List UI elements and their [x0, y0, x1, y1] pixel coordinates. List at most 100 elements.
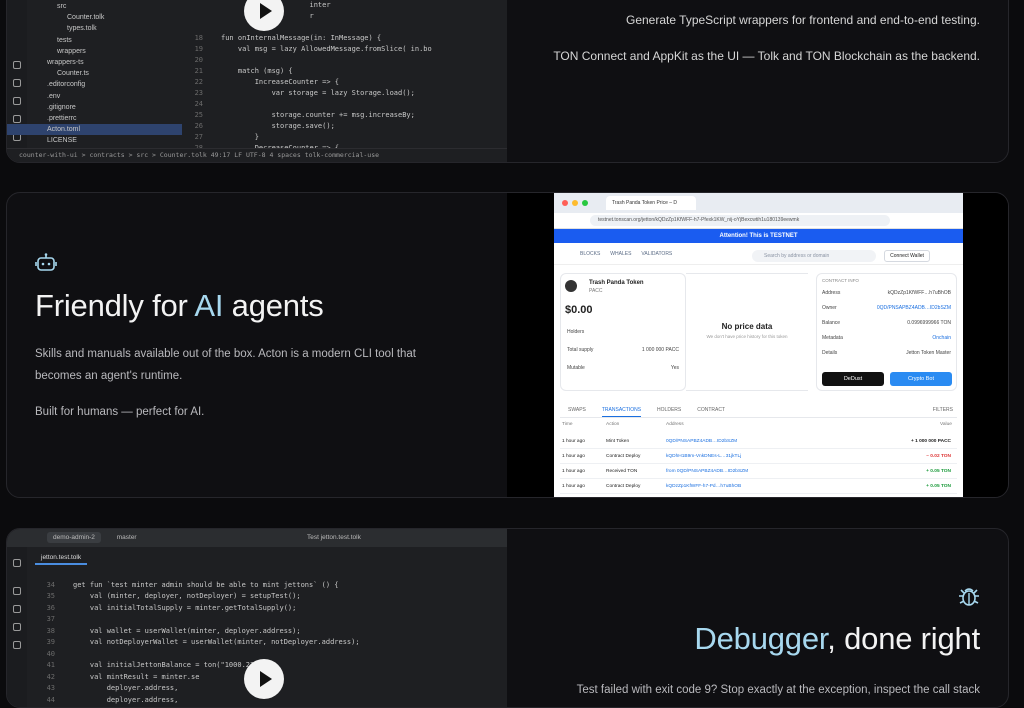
- dedust-button[interactable]: DeDust: [822, 372, 884, 386]
- tx-row[interactable]: 1 hour ago Contract Deploy kQDhH1B9m-VnkDN…: [560, 450, 957, 464]
- col-header: Address: [666, 422, 684, 427]
- tree-item[interactable]: wrappers-ts: [7, 57, 182, 68]
- code-line: val mintResult = minter.se: [73, 672, 200, 681]
- tree-item[interactable]: .editorconfig: [7, 79, 182, 90]
- url-text: testnet.tonscan.org/jetton/kQDzZp1KfWFF-…: [590, 215, 890, 226]
- line-number: 23: [194, 89, 203, 97]
- project-tree: src Counter.tolk types.tolk tests wrappers wr…: [7, 1, 182, 144]
- code-line: val msg = lazy AllowedMessage.fromSlice(…: [221, 45, 432, 53]
- tx-row[interactable]: 1 hour ago Contract Deploy kQDzZp1KfWFF-h7…: [560, 480, 957, 494]
- filters-button[interactable]: FILTERS: [933, 402, 953, 418]
- tree-item[interactable]: .env: [7, 91, 182, 102]
- info-value[interactable]: 0QD/PNSAPBZ4ADB…ID2bSZM: [877, 305, 951, 311]
- tree-item[interactable]: LICENSE: [7, 135, 182, 146]
- line-number: 44: [46, 695, 55, 704]
- tree-item[interactable]: src: [7, 1, 182, 12]
- tx-ad[interactable]: from 0QD/PNSAPBZ4ADB…ID2bSZM: [666, 465, 748, 479]
- bookmark-icon[interactable]: [13, 623, 21, 631]
- tree-item[interactable]: Acton.toml: [7, 124, 182, 136]
- line-number: 21: [194, 67, 203, 75]
- token-symbol: PACC: [589, 288, 603, 294]
- tx-t: 1 hour ago: [562, 454, 585, 459]
- line-number: 34: [46, 580, 55, 589]
- info-key: Balance: [822, 320, 841, 326]
- line-number: 18: [194, 34, 203, 42]
- price-chart-empty: No price data We don't have price histor…: [686, 273, 808, 391]
- tree-item[interactable]: wrappers: [7, 46, 182, 57]
- folder-icon[interactable]: [13, 559, 21, 567]
- maximize-dot-icon[interactable]: [582, 200, 588, 206]
- run-config[interactable]: Test jetton.test.tolk: [307, 529, 361, 547]
- ide-status-bar: counter-with-ui > contracts > src > Coun…: [7, 148, 507, 162]
- tree-item[interactable]: .gitignore: [7, 102, 182, 113]
- contract-info-row: Balance 0.0996999966 TON: [822, 320, 951, 326]
- search-input[interactable]: Search by address or domain: [752, 250, 876, 262]
- minimize-dot-icon[interactable]: [572, 200, 578, 206]
- code-editor[interactable]: inter r 18 fun onInternalMessage(in: InMes…: [185, 1, 507, 152]
- line-number: 26: [194, 122, 203, 130]
- tx-ad[interactable]: kQDzZp1KfWFF-h7-Pd…h7uBhOB: [666, 480, 741, 494]
- holders-row: Holders: [567, 329, 585, 335]
- file-tab[interactable]: jetton.test.tolk: [35, 551, 88, 565]
- nav-item-validators[interactable]: VALIDATORS: [641, 251, 672, 257]
- card-ai-agents: Friendly for AI agents Skills and manual…: [6, 192, 1009, 498]
- line-number: 20: [194, 56, 203, 64]
- debugger-description: Test failed with exit code 9? Stop exact…: [576, 684, 980, 696]
- info-key: Address: [822, 290, 841, 296]
- code-line: }: [221, 133, 259, 141]
- ide-titlebar: demo-admin-2 master Test jetton.test.tol…: [7, 529, 507, 547]
- structure-icon[interactable]: [13, 587, 21, 595]
- browser-chrome: Trash Panda Token Price – D: [554, 193, 963, 213]
- code-line: fun onInternalMessage(in: InMessage) {: [221, 34, 382, 42]
- tx-ad[interactable]: 0QD/PNSAPBZ4ADB…ID2bSZM: [666, 435, 737, 449]
- code-line: get fun `test minter admin should be abl…: [73, 580, 339, 589]
- ide-screenshot-debugger: demo-admin-2 master Test jetton.test.tol…: [7, 529, 507, 707]
- testnet-banner: Attention! This is TESTNET: [554, 229, 963, 243]
- browser-tab[interactable]: Trash Panda Token Price – D: [606, 196, 696, 210]
- more-icon[interactable]: [13, 641, 21, 649]
- tab-holders[interactable]: HOLDERS: [657, 402, 681, 417]
- tx-row[interactable]: 1 hour ago Mint Token 0QD/PNSAPBZ4ADB…ID2b…: [560, 435, 957, 449]
- info-key: Metadata: [822, 335, 843, 341]
- close-dot-icon[interactable]: [562, 200, 568, 206]
- info-value: 0.0996999966 TON: [907, 320, 951, 326]
- video-play-button-2[interactable]: [244, 659, 284, 699]
- tx-ad[interactable]: kQDhH1B9m-VnkDNEs-L…31jkTLj: [666, 450, 741, 464]
- tree-item[interactable]: Counter.tolk: [7, 12, 182, 23]
- code-line: val wallet = userWallet(minter, deployer…: [73, 626, 301, 635]
- line-number: 19: [194, 45, 203, 53]
- line-number: 22: [194, 78, 203, 86]
- address-bar[interactable]: testnet.tonscan.org/jetton/kQDzZp1KfWFF-…: [554, 213, 963, 229]
- project-selector[interactable]: demo-admin-2: [47, 532, 101, 543]
- code-line: IncreaseCounter => {: [221, 78, 340, 86]
- tab-swaps[interactable]: SWAPS: [568, 402, 586, 417]
- nav-item-whales[interactable]: WHALES: [610, 251, 631, 257]
- tab-transactions[interactable]: TRANSACTIONS: [601, 402, 642, 417]
- token-card: Trash Panda Token PACC $0.00 Holders Tot…: [560, 273, 686, 391]
- no-price-subtitle: We don't have price history for this tok…: [706, 334, 788, 339]
- nav-item-blocks[interactable]: BLOCKS: [580, 251, 600, 257]
- vcs-icon[interactable]: [13, 605, 21, 613]
- tab-contract[interactable]: CONTRACT: [697, 402, 725, 417]
- tree-item[interactable]: tests: [7, 35, 182, 46]
- branch-selector[interactable]: master: [117, 534, 137, 541]
- connect-wallet-button[interactable]: Connect Wallet: [884, 250, 930, 262]
- code-line: val (minter, deployer, notDeployer) = se…: [73, 592, 301, 600]
- code-line: deployer.address,: [73, 695, 179, 704]
- tree-item[interactable]: .prettierrc: [7, 113, 182, 124]
- info-value[interactable]: kQDzZp1KfWFF…h7uBhOB: [888, 290, 951, 296]
- card-typescript-wrappers: src Counter.tolk types.tolk tests wrappers wr…: [6, 0, 1009, 163]
- robot-icon: [35, 253, 57, 271]
- contract-info-row: Address kQDzZp1KfWFF…h7uBhOB: [822, 290, 951, 296]
- contract-info-title: CONTRACT INFO: [822, 278, 859, 283]
- tx-row[interactable]: 1 hour ago Received TON from 0QD/PNSAPBZ4A…: [560, 465, 957, 479]
- tree-item[interactable]: types.tolk: [7, 23, 182, 34]
- tx-v: – 0.02 TON: [926, 454, 951, 459]
- cryptobot-button[interactable]: Crypto Bot: [890, 372, 952, 386]
- line-number: 35: [46, 592, 55, 600]
- col-header: Action: [606, 422, 620, 427]
- ide-tool-rail-2: [7, 547, 27, 707]
- code-line: var storage = lazy Storage.load();: [221, 89, 415, 97]
- tree-item[interactable]: Counter.ts: [7, 68, 182, 79]
- tx-t: 1 hour ago: [562, 469, 585, 474]
